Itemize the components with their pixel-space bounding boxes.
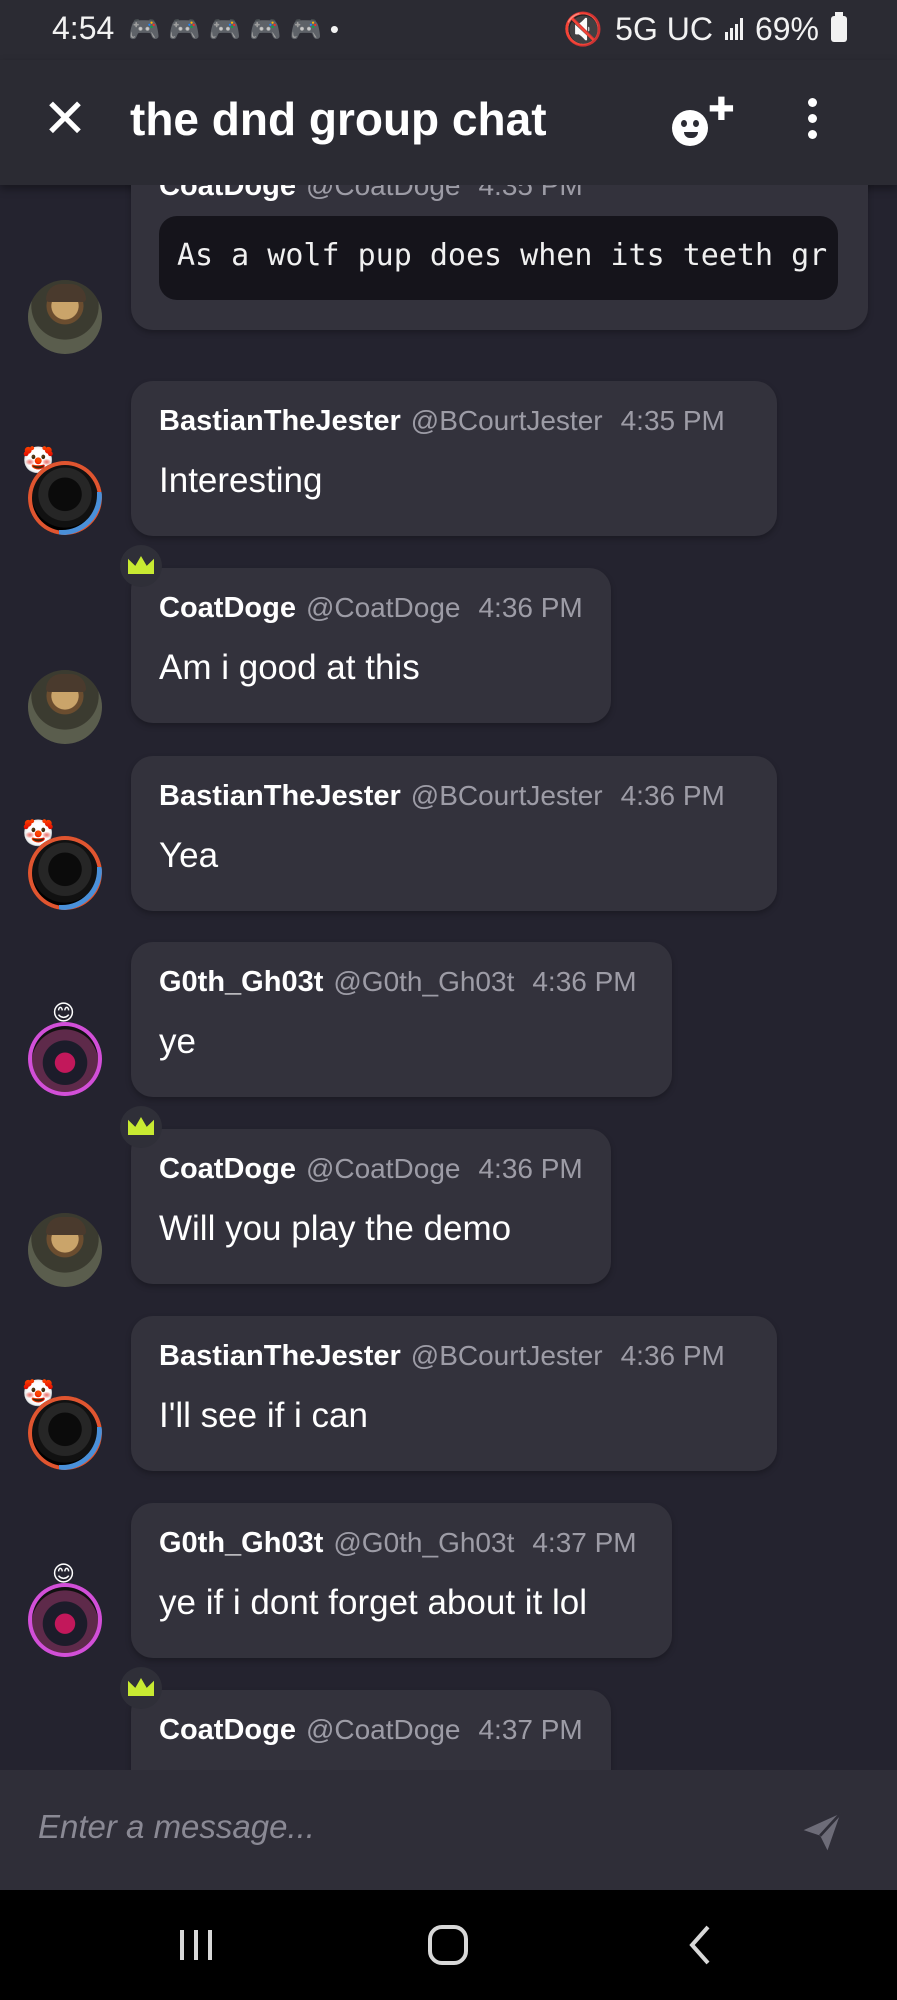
avatar[interactable] <box>28 1022 102 1096</box>
avatar[interactable] <box>28 1583 102 1657</box>
message-bubble[interactable]: G0th_Gh03t @G0th_Gh03t 4:37 PM ye if i don… <box>131 1503 672 1658</box>
avatar[interactable] <box>28 836 102 910</box>
message-text: Am i good at this <box>159 648 420 687</box>
signal-icon <box>724 18 743 40</box>
code-block: As a wolf pup does when its teeth gr <box>159 216 838 300</box>
close-icon[interactable]: ✕ <box>40 92 90 146</box>
author-handle: @BCourtJester <box>410 405 603 436</box>
battery-label: 69% <box>754 10 819 47</box>
message-time: 4:36 PM <box>478 592 583 623</box>
message-bubble[interactable]: BastianTheJester @BCourtJester 4:35 PM Int… <box>131 381 777 536</box>
message-text: ye if i dont forget about it lol <box>159 1583 588 1622</box>
author-name[interactable]: BastianTheJester <box>159 780 401 812</box>
message-bubble[interactable]: CoatDoge @CoatDoge 4:35 PM As a wolf pup d… <box>131 185 868 330</box>
author-handle: @BCourtJester <box>410 780 603 811</box>
avatar[interactable] <box>28 1396 102 1470</box>
plus-icon: ✚ <box>708 91 735 127</box>
message-bubble[interactable]: CoatDoge @CoatDoge 4:36 PM Am i good at th… <box>131 568 611 723</box>
avatar[interactable] <box>28 280 102 354</box>
status-time: 4:54 <box>52 10 115 46</box>
discord-icon: 🎮 <box>128 14 161 44</box>
author-name[interactable]: CoatDoge <box>159 592 296 624</box>
message-text: Will you play the demo <box>159 1209 512 1248</box>
message-time: 4:37 PM <box>478 1714 583 1745</box>
message-text: I'll see if i can <box>159 1396 368 1435</box>
message-bubble[interactable]: G0th_Gh03t @G0th_Gh03t 4:36 PM ye <box>131 942 672 1097</box>
author-handle: @CoatDoge <box>305 1153 461 1184</box>
avatar[interactable] <box>28 1213 102 1287</box>
crown-icon <box>120 1667 162 1709</box>
message-list[interactable]: CoatDoge @CoatDoge 4:35 PM As a wolf pup d… <box>0 185 897 1770</box>
author-name[interactable]: G0th_Gh03t <box>159 966 323 998</box>
discord-icon: 🎮 <box>168 14 201 44</box>
author-name[interactable]: CoatDoge <box>159 1153 296 1185</box>
message-time: 4:36 PM <box>620 1340 725 1371</box>
discord-icon: 🎮 <box>289 14 322 44</box>
message-time: 4:37 PM <box>532 1527 637 1558</box>
message-time: 4:36 PM <box>620 780 725 811</box>
author-name[interactable]: BastianTheJester <box>159 405 401 437</box>
discord-icon: 🎮 <box>208 14 242 44</box>
more-options-icon[interactable] <box>800 98 824 148</box>
smiley-icon <box>672 110 708 146</box>
mute-icon: 🔇 <box>563 11 604 47</box>
send-icon[interactable] <box>800 1810 844 1854</box>
author-handle: @G0th_Gh03t <box>333 966 515 997</box>
recent-apps-icon[interactable] <box>166 1920 226 1970</box>
message-text: Interesting <box>159 461 323 500</box>
author-name[interactable]: CoatDoge <box>159 185 296 202</box>
message-bubble[interactable]: BastianTheJester @BCourtJester 4:36 PM I'l… <box>131 1316 777 1471</box>
home-icon[interactable] <box>418 1920 478 1970</box>
message-input[interactable]: Enter a message... <box>38 1808 315 1846</box>
avatar[interactable] <box>28 670 102 744</box>
author-handle: @G0th_Gh03t <box>333 1527 515 1558</box>
add-member-button[interactable]: ✚ <box>668 90 735 150</box>
message-time: 4:36 PM <box>478 1153 583 1184</box>
chat-header: ✕ the dnd group chat ✚ <box>0 60 897 185</box>
message-bubble[interactable]: CoatDoge @CoatDoge 4:36 PM Will you play t… <box>131 1129 611 1284</box>
author-name[interactable]: G0th_Gh03t <box>159 1527 323 1559</box>
message-composer: Enter a message... <box>0 1770 897 1890</box>
more-notifications-dot-icon: • <box>329 14 339 44</box>
status-bar: 4:54 🎮 🎮 🎮 🎮 🎮 • 🔇 5G UC 69% <box>0 0 897 60</box>
message-time: 4:36 PM <box>532 966 637 997</box>
message-time: 4:35 PM <box>478 185 583 201</box>
notification-icons: 🎮 🎮 🎮 🎮 🎮 • <box>128 14 339 45</box>
message-text: Yea <box>159 836 219 875</box>
back-icon[interactable] <box>670 1920 730 1970</box>
page-title: the dnd group chat <box>130 93 547 145</box>
author-name[interactable]: BastianTheJester <box>159 1340 401 1372</box>
avatar[interactable] <box>28 461 102 535</box>
author-handle: @CoatDoge <box>305 1714 461 1745</box>
code-text: As a wolf pup does when its teeth gr <box>177 238 828 273</box>
message-bubble[interactable]: BastianTheJester @BCourtJester 4:36 PM Yea <box>131 756 777 911</box>
author-name[interactable]: CoatDoge <box>159 1714 296 1746</box>
message-bubble[interactable]: CoatDoge @CoatDoge 4:37 PM <box>131 1690 611 1770</box>
author-handle: @CoatDoge <box>305 185 461 201</box>
system-nav-bar <box>0 1890 897 2000</box>
discord-icon: 🎮 <box>249 14 282 44</box>
author-handle: @CoatDoge <box>305 592 461 623</box>
author-handle: @BCourtJester <box>410 1340 603 1371</box>
message-time: 4:35 PM <box>620 405 725 436</box>
message-text: ye <box>159 1022 196 1061</box>
network-label: 5G UC <box>615 10 713 47</box>
crown-icon <box>120 545 162 587</box>
crown-icon <box>120 1106 162 1148</box>
battery-icon <box>831 12 847 42</box>
